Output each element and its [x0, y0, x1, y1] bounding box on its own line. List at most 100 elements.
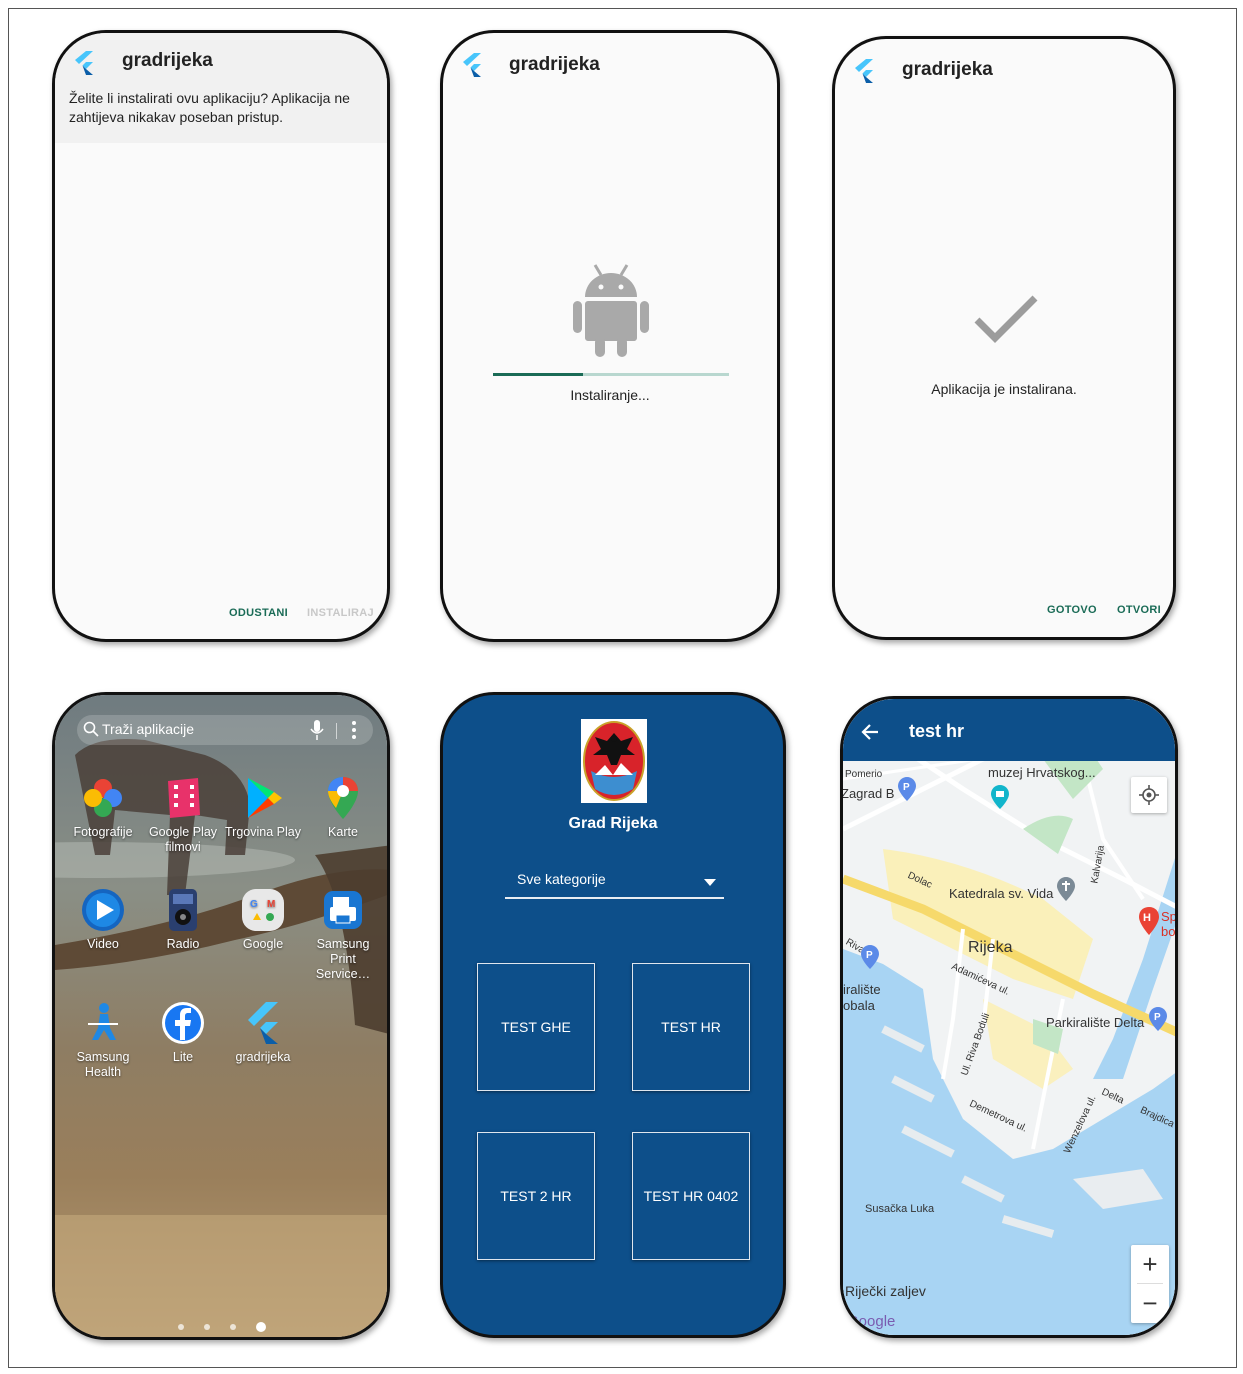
installed-status: Aplikacija je instalirana.	[931, 381, 1077, 397]
map-label-susacka-luka: Susačka Luka	[865, 1203, 935, 1215]
installing-status: Instaliranje...	[570, 387, 650, 403]
radio-icon	[169, 889, 197, 931]
phone-grad-rijeka: Grad Rijeka Sve kategorije TEST GHE TEST…	[440, 692, 786, 1338]
map-title: test hr	[909, 721, 965, 741]
google-folder-icon: G M	[242, 889, 284, 931]
video-icon	[82, 889, 124, 931]
zoom-in-button[interactable]: +	[1131, 1245, 1169, 1283]
map-label-parkiraliste-obala: iralište obala	[843, 982, 881, 1013]
my-location-button[interactable]	[1131, 777, 1167, 813]
map-label-rijecki-zaljev: Riječki zaljev	[845, 1283, 926, 1299]
done-button[interactable]: GOTOVO	[1047, 604, 1097, 616]
parking-pin-icon[interactable]: P	[898, 777, 916, 801]
my-location-icon	[1139, 785, 1159, 805]
map-app-bar	[843, 699, 1175, 761]
svg-text:M: M	[267, 899, 275, 910]
app-title: gradrijeka	[902, 59, 993, 80]
flutter-icon	[463, 53, 481, 77]
page-indicator	[178, 1322, 278, 1332]
flutter-icon	[248, 1002, 278, 1044]
tile-label: TEST 2 HR	[500, 1188, 572, 1204]
app-title: gradrijeka	[509, 54, 600, 75]
tile-test-2-hr[interactable]: TEST 2 HR	[477, 1132, 595, 1260]
svg-text:P: P	[1154, 1012, 1161, 1023]
check-icon	[974, 295, 1038, 343]
city-logo	[581, 719, 647, 803]
church-pin-icon[interactable]	[1057, 877, 1075, 901]
install-progress-bar	[493, 373, 729, 376]
app-google-photos[interactable]: Fotografije	[63, 775, 143, 840]
search-divider	[336, 723, 337, 739]
page-dot	[178, 1324, 184, 1330]
search-icon	[83, 721, 99, 737]
zoom-controls: + −	[1131, 1245, 1169, 1323]
app-label: Samsung Health	[76, 1050, 130, 1079]
app-title: gradrijeka	[122, 50, 213, 71]
back-arrow-icon[interactable]	[861, 724, 879, 740]
tile-label: TEST GHE	[501, 1019, 571, 1035]
install-button[interactable]: INSTALIRAJ	[307, 607, 374, 619]
app-google-folder[interactable]: G M Google	[223, 887, 303, 952]
microphone-icon[interactable]	[310, 719, 324, 741]
parking-pin-icon[interactable]: P	[861, 945, 879, 969]
app-label: Google	[242, 937, 284, 951]
app-maps[interactable]: Karte	[303, 775, 383, 840]
progress-fill	[493, 373, 583, 376]
hospital-pin-icon[interactable]: H	[1139, 907, 1159, 935]
dropdown-arrow-icon	[704, 879, 716, 886]
tile-test-hr[interactable]: TEST HR	[632, 963, 750, 1091]
app-radio[interactable]: Radio	[143, 887, 223, 952]
play-movies-icon	[168, 778, 200, 818]
android-robot-icon	[573, 264, 649, 357]
page-dot	[230, 1324, 236, 1330]
category-dropdown[interactable]: Sve kategorije	[505, 867, 724, 899]
phone-installing: gradrijeka Instaliranje...	[440, 30, 780, 642]
zoom-out-button[interactable]: −	[1131, 1284, 1169, 1322]
app-gradrijeka[interactable]: gradrijeka	[223, 1000, 303, 1065]
map-label-rijeka: Rijeka	[968, 939, 1013, 956]
svg-text:P: P	[866, 950, 873, 961]
open-button[interactable]: OTVORI	[1117, 604, 1161, 616]
app-facebook-lite[interactable]: Lite	[143, 1000, 223, 1065]
flutter-icon	[75, 51, 93, 75]
cancel-button[interactable]: ODUSTANI	[229, 607, 288, 619]
app-label: Video	[87, 937, 119, 951]
app-play-movies[interactable]: Google Play filmovi	[143, 775, 223, 855]
app-search-placeholder: Traži aplikacije	[102, 721, 195, 737]
parking-pin-icon[interactable]: P	[1149, 1007, 1167, 1031]
maps-icon	[328, 777, 358, 819]
app-video[interactable]: Video	[63, 887, 143, 952]
map-label-hospital: Sp bol	[1161, 909, 1178, 939]
app-label: Radio	[166, 937, 200, 951]
svg-text:G: G	[250, 899, 258, 910]
page-dot	[204, 1324, 210, 1330]
tile-test-ghe[interactable]: TEST GHE	[477, 963, 595, 1091]
more-options-icon[interactable]	[351, 720, 357, 740]
samsung-health-icon	[88, 1003, 118, 1040]
tile-test-hr-0402[interactable]: TEST HR 0402	[632, 1132, 750, 1260]
phone-home-screen: Traži aplikacije Fotografije Google Play…	[52, 692, 390, 1340]
app-title: Grad Rijeka	[568, 815, 658, 832]
map-label-muzej: muzej Hrvatskog...	[988, 765, 1096, 780]
app-label: Karte	[328, 825, 358, 839]
play-store-icon	[248, 778, 282, 818]
facebook-lite-icon	[162, 1002, 204, 1044]
google-photos-icon	[84, 779, 122, 817]
phone-map: test hr Pomerio Zagrad B muzej Hrvatskog…	[840, 696, 1178, 1338]
category-dropdown-value: Sve kategorije	[517, 871, 606, 887]
app-samsung-health[interactable]: Samsung Health	[63, 1000, 143, 1080]
city-coat-of-arms-icon	[583, 721, 645, 801]
museum-pin-icon[interactable]	[991, 785, 1009, 809]
app-label: Fotografije	[73, 825, 133, 839]
map-label-pomerio: Pomerio	[845, 769, 883, 780]
map-label-zagrad: Zagrad B	[841, 786, 895, 801]
tile-label: TEST HR 0402	[643, 1188, 739, 1204]
map-label-katedrala: Katedrala sv. Vida	[949, 886, 1054, 901]
svg-text:P: P	[903, 782, 910, 793]
app-label: Google Play filmovi	[148, 825, 218, 854]
map-label-parkiraliste-delta: Parkiralište Delta	[1046, 1015, 1145, 1030]
app-play-store[interactable]: Trgovina Play	[223, 775, 303, 840]
app-print-service[interactable]: Samsung Print Service…	[303, 887, 383, 982]
svg-text:H: H	[1143, 912, 1151, 924]
print-service-icon	[324, 891, 362, 929]
